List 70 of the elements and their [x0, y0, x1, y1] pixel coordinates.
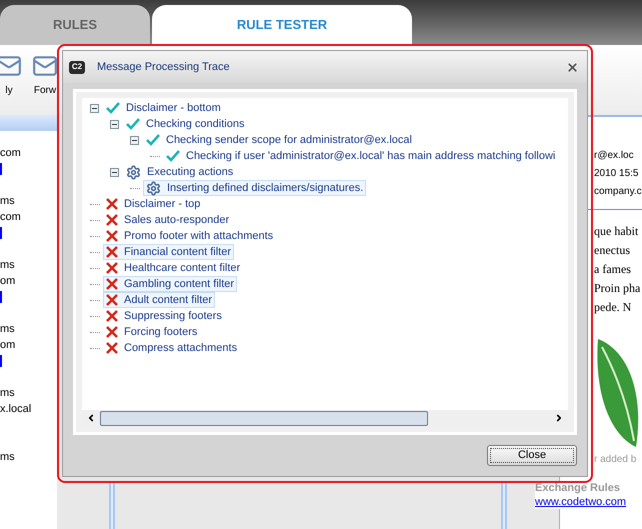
cross-icon [106, 198, 118, 210]
scroll-left-icon[interactable] [86, 413, 96, 423]
gear-icon [146, 180, 161, 196]
checkmark-icon [106, 102, 120, 114]
body-text: pede. N [594, 299, 632, 316]
list-text: ms [0, 450, 15, 465]
cross-icon [106, 278, 118, 290]
tree-item[interactable]: Checking sender scope for administrator@ex.local [143, 132, 415, 148]
list-text: om [0, 274, 16, 289]
footer-note: r added b [593, 453, 638, 467]
toolbar-button[interactable]: ly [0, 53, 24, 98]
checkmark-icon [146, 134, 160, 146]
tree-item[interactable]: Suppressing footers [103, 308, 225, 324]
gear-icon [126, 164, 141, 180]
list-text: com [0, 146, 21, 161]
toolbar-button[interactable]: Forw [30, 53, 60, 98]
list-text: ms [0, 322, 15, 337]
email-header-text: 2010 15:5 [594, 167, 640, 181]
cross-icon [106, 262, 118, 274]
app-logo: C2 [69, 60, 85, 74]
email-header-text: r@ex.loc [594, 149, 635, 163]
tree-item[interactable]: Sales auto-responder [103, 212, 232, 228]
checkmark-icon [166, 150, 180, 162]
tree-item[interactable]: Disclaimer - top [103, 196, 204, 212]
tree-item[interactable]: Healthcare content filter [103, 260, 244, 276]
pane-header [0, 115, 57, 131]
cross-icon [106, 230, 118, 242]
list-text: com [0, 210, 21, 225]
scrollbar-thumb[interactable] [100, 410, 428, 426]
cross-icon [106, 342, 118, 354]
list-text: x.local [0, 402, 32, 417]
tree-item[interactable]: Disclaimer - bottom [103, 100, 224, 116]
tab[interactable]: RULE TESTER [152, 5, 412, 45]
tree-item[interactable]: Gambling content filter [103, 276, 238, 292]
expander-toggle[interactable] [110, 120, 119, 128]
expander-toggle[interactable] [130, 136, 139, 144]
tree-item[interactable]: Checking if user 'administrator@ex.local' has main address matching followi [163, 148, 558, 164]
tree-item[interactable]: Compress attachments [103, 340, 240, 356]
cross-icon [106, 214, 118, 226]
list-text: om [0, 338, 16, 353]
list-text: ms [0, 194, 15, 209]
cross-icon [106, 326, 118, 338]
tree-item[interactable]: Promo footer with attachments [103, 228, 276, 244]
product-name: Exchange Rules [535, 481, 620, 495]
email-header-text: company.c [594, 185, 642, 199]
cross-icon [106, 310, 118, 322]
cross-icon [106, 294, 118, 306]
tree-item[interactable]: Adult content filter [103, 292, 216, 308]
checkmark-icon [126, 118, 140, 130]
tree-item[interactable]: Executing actions [123, 164, 236, 180]
expander-toggle[interactable] [110, 168, 119, 176]
body-text: enectus [594, 242, 631, 259]
column-edge [501, 483, 507, 529]
body-text: a fames [594, 261, 632, 278]
body-text: Proin pha [594, 280, 642, 297]
tree-item[interactable]: Financial content filter [103, 244, 234, 260]
close-button[interactable]: Close [487, 445, 577, 466]
close-icon[interactable] [566, 60, 579, 74]
tree-item[interactable]: Forcing footers [103, 324, 200, 340]
body-text: que habit [594, 223, 640, 240]
list-text: ms [0, 258, 15, 273]
tree-item[interactable]: Checking conditions [123, 116, 248, 132]
column-edge [108, 483, 115, 529]
window-title: Message Processing Trace [97, 60, 231, 75]
scroll-right-icon[interactable] [554, 413, 564, 423]
expander-toggle[interactable] [90, 104, 99, 112]
cross-icon [106, 246, 118, 258]
list-text: ms [0, 386, 15, 401]
website-link[interactable]: www.codetwo.com [535, 495, 626, 509]
tree-item[interactable]: Inserting defined disclaimers/signatures. [143, 180, 366, 196]
